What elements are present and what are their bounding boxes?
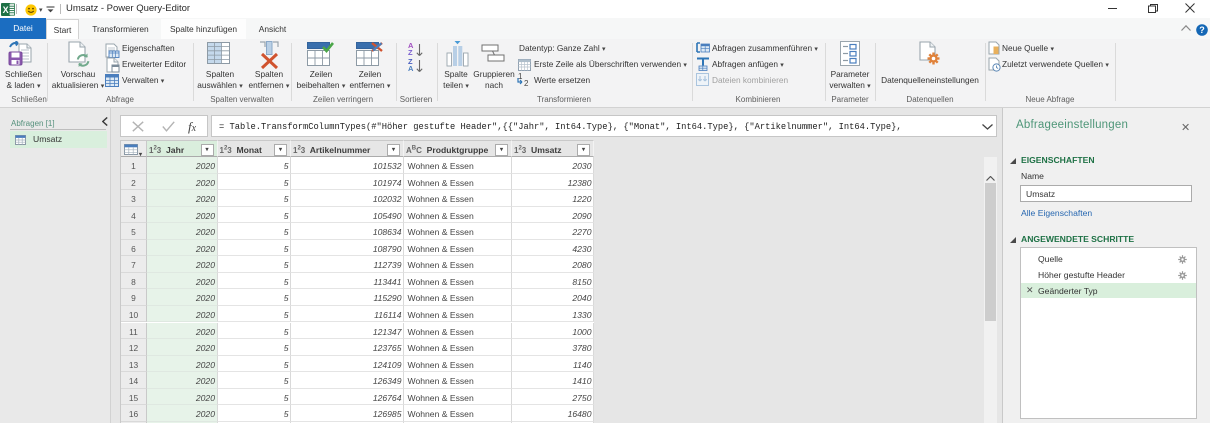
- svg-text:?: ?: [1199, 25, 1205, 35]
- svg-text:X: X: [3, 5, 9, 15]
